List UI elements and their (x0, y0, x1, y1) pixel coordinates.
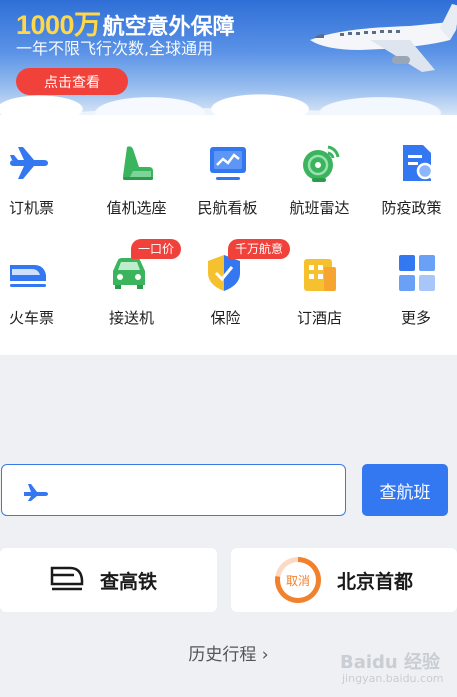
service-more[interactable]: 更多 (371, 225, 457, 335)
service-grid: 订机票 值机选座 民航看板 航班雷达 防疫政策 火车票 接送机 保险 订酒店 更… (0, 115, 457, 355)
seat-icon (115, 141, 159, 185)
service-label: 航班雷达 (289, 199, 350, 217)
service-label: 接送机 (108, 309, 154, 327)
service-label: 火车票 (8, 309, 54, 327)
service-label: 更多 (400, 309, 431, 327)
flight-search-input[interactable] (1, 464, 346, 516)
status-ring: 取消 (275, 557, 321, 603)
service-checkin-seat[interactable]: 值机选座 (91, 115, 182, 225)
banner-title: 1000万 航空意外保障 (16, 3, 235, 40)
grid-more-icon (395, 251, 439, 295)
airplane-image (310, 4, 457, 72)
view-details-button[interactable]: 点击查看 (16, 68, 128, 95)
service-label: 民航看板 (197, 199, 258, 217)
banner-subtitle: 一年不限飞行次数,全球通用 (16, 39, 214, 58)
service-flight-ticket[interactable]: 订机票 (0, 115, 91, 225)
cancelled-status: 取消 (280, 562, 316, 598)
train-icon (50, 564, 84, 596)
service-label: 值机选座 (106, 199, 167, 217)
service-hotel[interactable]: 订酒店 (274, 225, 365, 335)
service-aviation-dashboard[interactable]: 民航看板 (182, 115, 273, 225)
radar-icon (298, 141, 342, 185)
airplane-icon (22, 480, 50, 506)
baidu-watermark: Baidu 经验 (340, 652, 441, 673)
service-label: 订酒店 (296, 309, 342, 327)
policy-doc-icon (395, 141, 439, 185)
baidu-watermark-url: jingyan.baidu.com (342, 672, 444, 685)
dashboard-icon (206, 141, 250, 185)
flight-status-card[interactable]: 取消 北京首都 (231, 548, 457, 612)
airport-label: 北京首都 (337, 570, 414, 593)
high-speed-rail-card[interactable]: 查高铁 (0, 548, 217, 612)
service-label: 防疫政策 (381, 199, 442, 217)
insurance-badge: 千万航意 (228, 239, 291, 259)
rail-card-label: 查高铁 (100, 570, 158, 593)
promo-banner[interactable]: 1000万 航空意外保障 一年不限飞行次数,全球通用 点击查看 (0, 0, 457, 115)
service-flight-radar[interactable]: 航班雷达 (274, 115, 365, 225)
search-flight-button[interactable]: 查航班 (362, 464, 448, 516)
hotel-icon (298, 251, 342, 295)
service-label: 保险 (210, 309, 241, 327)
airplane-icon (6, 141, 50, 185)
service-epidemic-policy[interactable]: 防疫政策 (371, 115, 457, 225)
fixed-price-badge: 一口价 (131, 239, 182, 259)
service-train-ticket[interactable]: 火车票 (0, 225, 91, 335)
service-label: 订机票 (8, 199, 54, 217)
train-icon (6, 251, 50, 295)
